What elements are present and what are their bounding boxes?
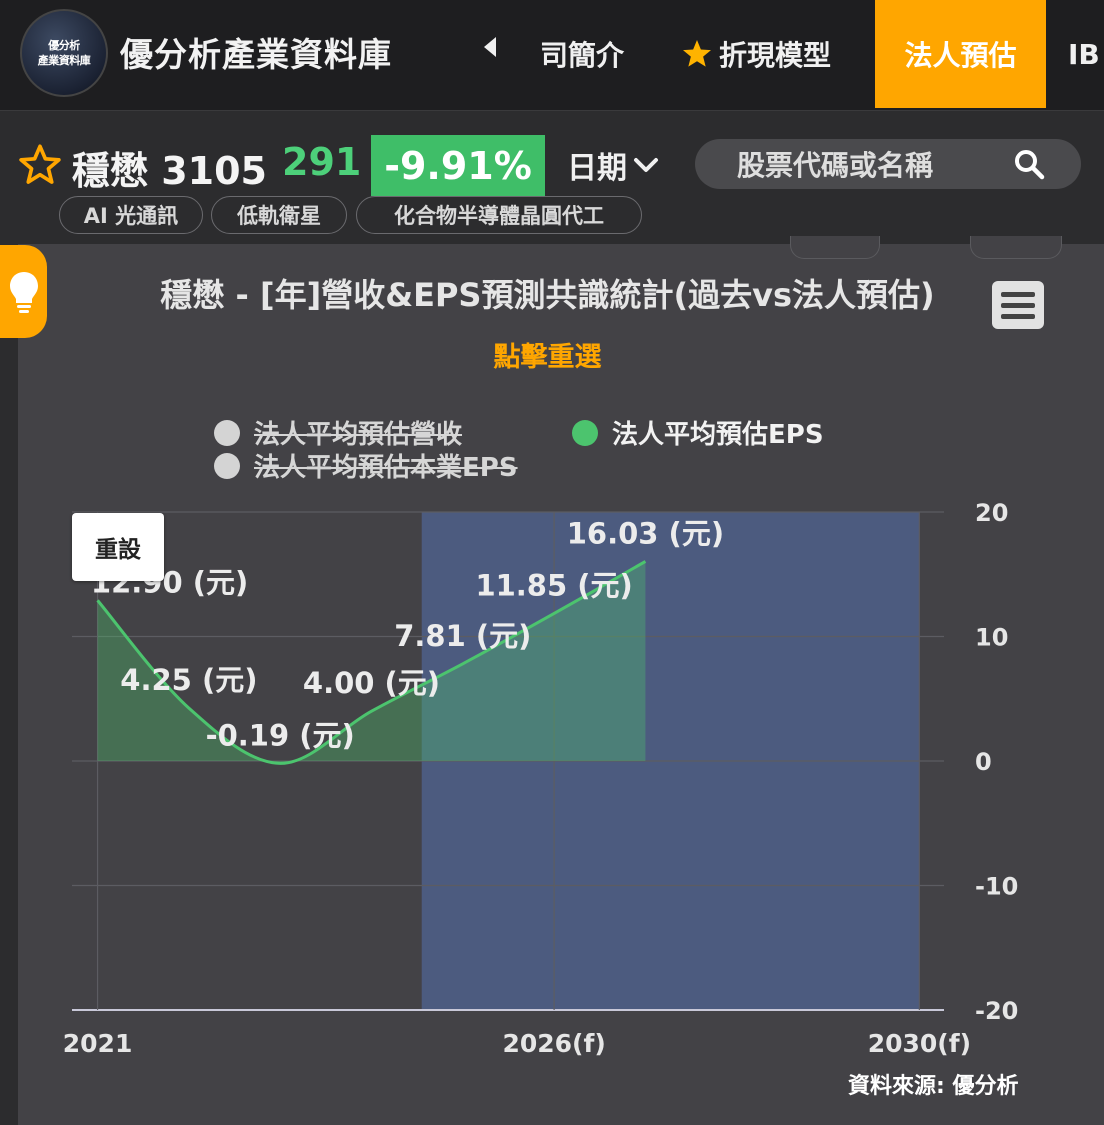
chart-panel	[18, 244, 1104, 1125]
legend-item-eps[interactable]: 法人平均預估EPS	[572, 414, 824, 451]
stock-change-badge: -9.91%	[371, 135, 545, 196]
legend-dot	[572, 419, 598, 446]
concept-tag[interactable]: 化合物半導體晶圓代工	[356, 196, 642, 234]
date-dropdown[interactable]: 日期	[567, 143, 659, 187]
nav-item-label: 法人預估	[904, 39, 1017, 72]
panel-tab-edge	[790, 236, 880, 259]
chart-reselect-link[interactable]: 點擊重選	[0, 335, 1095, 374]
site-title[interactable]: 優分析產業資料庫	[120, 28, 392, 76]
search-icon[interactable]	[1013, 148, 1045, 180]
stock-search-input[interactable]	[735, 145, 1009, 185]
concept-tag-label: 低軌衛星	[237, 204, 321, 228]
nav-item-dcf-model[interactable]: 折現模型	[681, 0, 831, 108]
legend-label: 法人平均預估營收	[254, 420, 463, 450]
chevron-down-icon	[634, 158, 658, 172]
legend-item-revenue[interactable]: 法人平均預估營收	[214, 414, 462, 451]
reset-button-label: 重設	[95, 537, 141, 563]
nav-item-ib[interactable]: IB	[1068, 0, 1100, 108]
nav-item-company-intro[interactable]: 司簡介	[540, 0, 624, 108]
site-logo[interactable]: 優分析 產業資料庫	[20, 9, 108, 97]
nav-item-label: 折現模型	[719, 39, 832, 72]
hamburger-icon-bar	[1001, 291, 1035, 297]
legend-dot	[214, 419, 240, 446]
concept-tag-label: AI 光通訊	[83, 204, 179, 228]
top-navbar: 優分析 產業資料庫 優分析產業資料庫 司簡介 折現模型 法人預估 IB	[0, 0, 1104, 111]
concept-tag-label: 化合物半導體晶圓代工	[394, 204, 604, 228]
chart-title: 穩懋 - [年]營收&EPS預測共識統計(過去vs法人預估)	[160, 276, 935, 314]
date-dropdown-label: 日期	[567, 151, 627, 186]
nav-item-label: 司簡介	[540, 39, 625, 72]
logo-text-line-1: 優分析	[48, 39, 80, 52]
legend-label: 法人平均預估本業EPS	[254, 453, 518, 483]
concept-tag[interactable]: AI 光通訊	[59, 196, 203, 234]
legend-item-core-eps[interactable]: 法人平均預估本業EPS	[214, 447, 518, 484]
legend-label: 法人平均預估EPS	[612, 420, 824, 450]
concept-tag[interactable]: 低軌衛星	[211, 196, 347, 234]
logo-text-line-2: 產業資料庫	[37, 54, 91, 67]
stock-price: 291	[282, 140, 362, 184]
zoom-reset-button[interactable]: 重設	[72, 513, 164, 581]
hamburger-icon-bar	[1001, 302, 1035, 308]
hamburger-icon-bar	[1001, 313, 1035, 319]
chart-menu-button[interactable]	[992, 281, 1044, 329]
star-icon	[683, 40, 711, 67]
stock-search-box[interactable]	[695, 139, 1081, 189]
nav-scroll-left-icon[interactable]	[478, 32, 502, 62]
nav-item-analyst-estimates[interactable]: 法人預估	[875, 0, 1046, 108]
favorite-star-icon[interactable]	[18, 143, 62, 187]
stock-name-code: 穩懋 3105	[72, 149, 267, 193]
nav-item-label: IB	[1068, 37, 1100, 71]
panel-tab-edge	[970, 236, 1062, 259]
legend-dot	[214, 452, 240, 479]
data-source-credit: 資料來源: 優分析	[848, 1074, 1019, 1099]
